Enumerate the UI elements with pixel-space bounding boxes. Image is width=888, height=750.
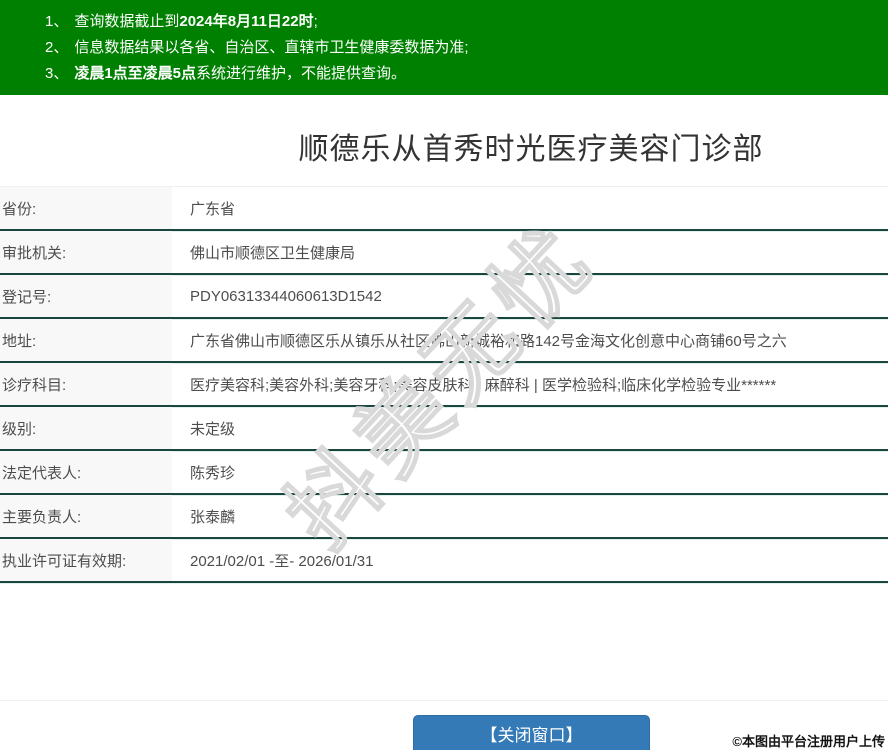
table-row: 级别: 未定级: [0, 407, 888, 451]
notice-bold-text: 2024年8月11日22时: [179, 13, 314, 30]
row-value: 佛山市顺德区卫生健康局: [190, 244, 356, 262]
notice-text: ;: [313, 13, 318, 30]
query-result-page: 1、 查询数据截止到2024年8月11日22时; 2、 信息数据结果以各省、自治区、…: [0, 0, 888, 750]
row-label: 诊疗科目:: [0, 363, 172, 405]
row-label: 省份:: [0, 187, 172, 229]
row-value: 医疗美容科;美容外科;美容牙科;美容皮肤科 | 麻醉科 | 医学检验科;临床化学…: [190, 376, 777, 394]
notice-text: 系统进行维护，不能提供查询。: [196, 65, 407, 82]
row-label: 执业许可证有效期:: [0, 539, 172, 581]
notice-number: 2、: [45, 39, 69, 56]
notice-number: 3、: [45, 65, 69, 82]
row-value: 广东省: [190, 200, 236, 218]
notice-line-3: 3、 凌晨1点至凌晨5点系统进行维护，不能提供查询。: [45, 61, 878, 87]
upload-credit-text: ©本图由平台注册用户上传: [732, 734, 885, 749]
notice-line-1: 1、 查询数据截止到2024年8月11日22时;: [45, 9, 878, 35]
notice-number: 1、: [45, 13, 69, 30]
institution-info-table: 省份: 广东省 审批机关: 佛山市顺德区卫生健康局 登记号: PDY063133…: [0, 186, 888, 583]
row-label: 级别:: [0, 407, 172, 449]
table-row: 登记号: PDY06313344060613D1542: [0, 275, 888, 319]
row-value: 未定级: [190, 420, 236, 438]
row-value: PDY06313344060613D1542: [190, 287, 382, 305]
notice-bold-text: 凌晨1点至凌晨5点: [74, 65, 197, 82]
table-row: 省份: 广东省: [0, 187, 888, 231]
row-value: 陈秀珍: [190, 464, 236, 482]
row-value: 广东省佛山市顺德区乐从镇乐从社区佛山新城裕和路142号金海文化创意中心商铺60号…: [190, 332, 787, 350]
table-row: 执业许可证有效期: 2021/02/01 -至- 2026/01/31: [0, 539, 888, 583]
notice-text: 查询数据截止到: [74, 13, 180, 30]
table-row: 诊疗科目: 医疗美容科;美容外科;美容牙科;美容皮肤科 | 麻醉科 | 医学检验…: [0, 363, 888, 407]
row-value: 张泰麟: [190, 508, 236, 526]
notice-line-2: 2、 信息数据结果以各省、自治区、直辖市卫生健康委数据为准;: [45, 35, 878, 61]
row-label: 审批机关:: [0, 231, 172, 273]
row-label: 登记号:: [0, 275, 172, 317]
institution-title: 顺德乐从首秀时光医疗美容门诊部: [298, 133, 764, 166]
row-label: 法定代表人:: [0, 451, 172, 493]
table-row: 地址: 广东省佛山市顺德区乐从镇乐从社区佛山新城裕和路142号金海文化创意中心商…: [0, 319, 888, 363]
row-value: 2021/02/01 -至- 2026/01/31: [190, 552, 374, 570]
table-row: 法定代表人: 陈秀珍: [0, 451, 888, 495]
table-row: 主要负责人: 张泰麟: [0, 495, 888, 539]
footer-divider: [0, 700, 888, 701]
notice-text: 信息数据结果以各省、自治区、直辖市卫生健康委数据为准;: [74, 39, 469, 56]
row-label: 地址:: [0, 319, 172, 361]
row-label: 主要负责人:: [0, 495, 172, 537]
table-row: 审批机关: 佛山市顺德区卫生健康局: [0, 231, 888, 275]
notice-banner: 1、 查询数据截止到2024年8月11日22时; 2、 信息数据结果以各省、自治区、…: [0, 0, 888, 95]
close-window-button[interactable]: 【关闭窗口】: [413, 715, 650, 750]
